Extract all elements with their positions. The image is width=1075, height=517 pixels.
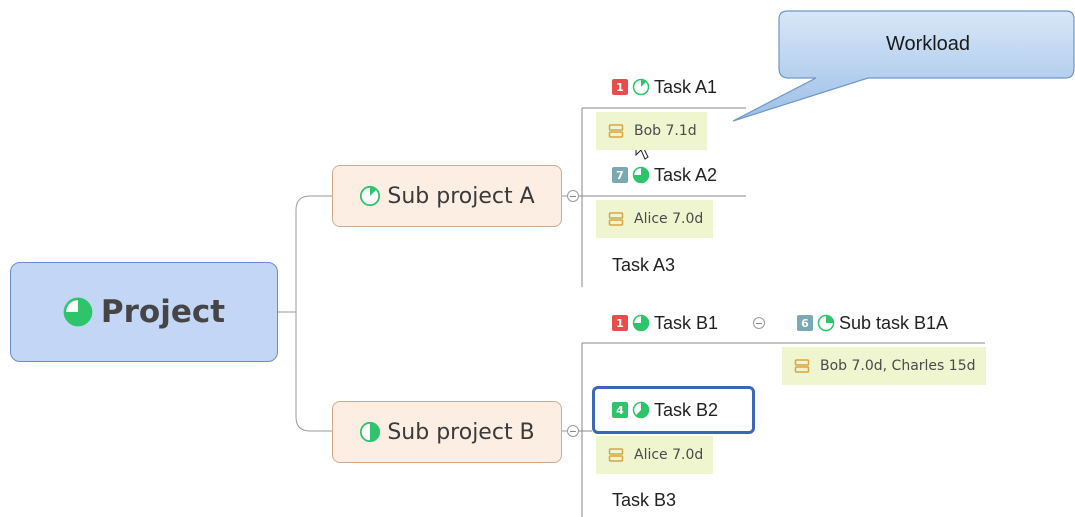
pie-progress-icon [632, 78, 650, 96]
priority-badge: 1 [612, 79, 628, 95]
subtask-b1a[interactable]: 6 Sub task B1A [797, 311, 948, 335]
task-b3[interactable]: Task B3 [612, 488, 676, 512]
workload-text: Alice 7.0d [634, 447, 704, 463]
workload-note[interactable]: Bob 7.0d, Charles 15d [782, 347, 986, 385]
callout-label: Workload [885, 32, 971, 55]
pie-progress-icon [63, 297, 93, 327]
collapse-minus-icon[interactable] [567, 425, 579, 437]
pie-progress-icon [632, 166, 650, 184]
priority-badge: 1 [612, 315, 628, 331]
pie-progress-icon [817, 314, 835, 332]
collapse-minus-icon[interactable] [567, 190, 579, 202]
workload-text: Bob 7.1d [634, 123, 697, 139]
task-label: Sub task B1A [839, 312, 949, 333]
subtopic-sub-project-b[interactable]: Sub project B [332, 401, 562, 463]
task-a2[interactable]: 7 Task A2 [612, 163, 717, 187]
priority-badge: 6 [797, 315, 813, 331]
root-topic-label: Project [100, 294, 226, 330]
task-label: Task B1 [654, 312, 719, 333]
callout-workload: Workload [780, 10, 1075, 78]
subtopic-sub-project-a[interactable]: Sub project A [332, 165, 562, 227]
subtopic-label: Sub project B [387, 419, 535, 445]
task-b1[interactable]: 1 Task B1 [612, 311, 718, 335]
pie-progress-icon [632, 314, 650, 332]
workload-note[interactable]: Alice 7.0d [596, 436, 714, 474]
collapse-minus-icon[interactable] [753, 317, 765, 329]
subtopic-label: Sub project A [387, 183, 535, 209]
pie-progress-icon [360, 185, 381, 207]
resource-stack-icon [608, 448, 624, 462]
task-a3[interactable]: Task A3 [612, 253, 675, 277]
workload-text: Alice 7.0d [634, 211, 704, 227]
task-label: Task A2 [654, 164, 718, 185]
task-label: Task A3 [612, 255, 676, 275]
selection-highlight [592, 386, 755, 434]
resource-stack-icon [608, 124, 624, 138]
workload-text: Bob 7.0d, Charles 15d [820, 358, 976, 374]
resource-stack-icon [794, 359, 810, 373]
workload-note[interactable]: Alice 7.0d [596, 200, 714, 238]
resource-stack-icon [608, 212, 624, 226]
priority-badge: 7 [612, 167, 628, 183]
pie-progress-icon [360, 421, 381, 443]
task-a1[interactable]: 1 Task A1 [612, 75, 717, 99]
task-label: Task B3 [612, 490, 677, 510]
workload-note[interactable]: Bob 7.1d [596, 112, 707, 150]
task-label: Task A1 [654, 76, 718, 97]
root-topic-project[interactable]: Project [10, 262, 278, 362]
